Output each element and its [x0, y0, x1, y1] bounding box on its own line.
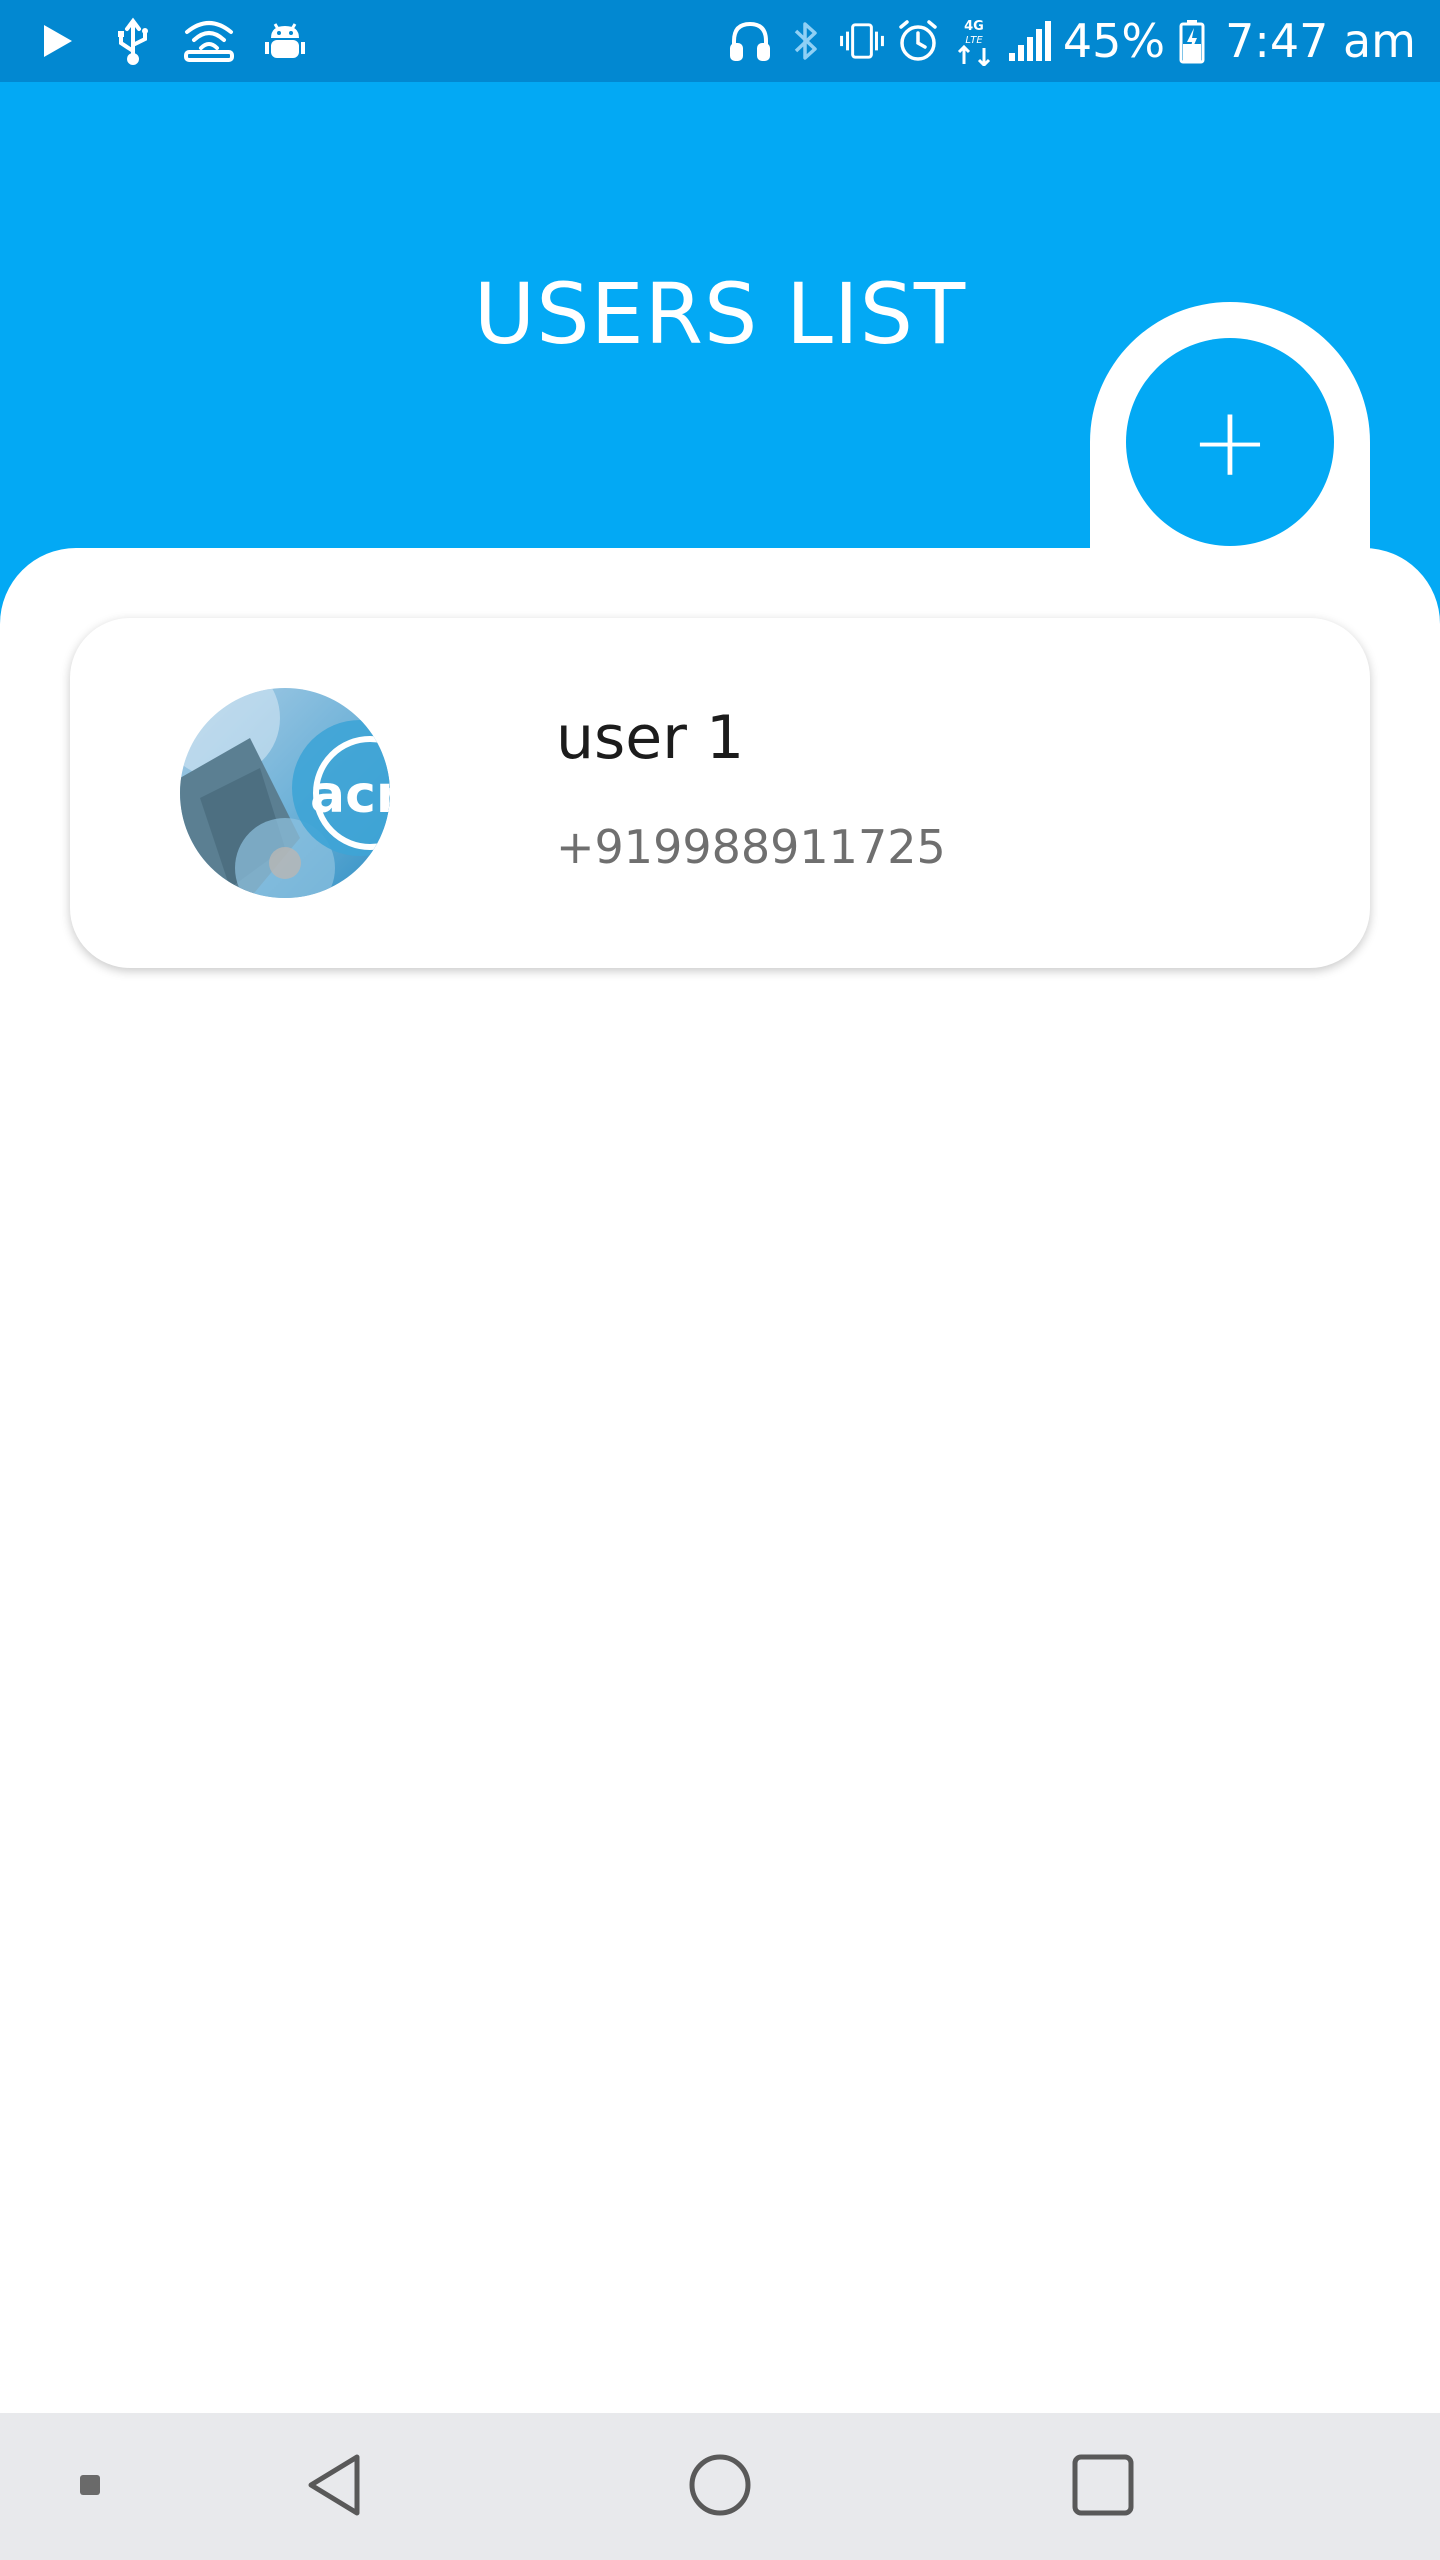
play-icon [30, 14, 84, 68]
add-user-button[interactable]: + [1126, 338, 1334, 546]
headphones-icon [727, 14, 773, 68]
user-phone: +919988911725 [556, 820, 946, 874]
list-item[interactable]: acr user 1 +919988911725 [70, 618, 1370, 968]
home-button[interactable] [670, 2413, 770, 2560]
user-name: user 1 [556, 703, 745, 773]
avatar[interactable]: acr [180, 688, 390, 898]
android-debug-icon [258, 14, 312, 68]
battery-percent: 45% [1062, 14, 1166, 68]
status-bar-right: 4G LTE 45% 7:47 am [727, 0, 1416, 82]
status-bar-left [30, 0, 334, 82]
signal-icon [1007, 14, 1053, 68]
alarm-icon [895, 14, 941, 68]
nav-dot-button[interactable] [60, 2413, 120, 2560]
recents-icon [1071, 2453, 1135, 2521]
back-icon [305, 2453, 365, 2521]
home-icon [687, 2452, 753, 2522]
avatar-text: acr [310, 765, 390, 825]
vibrate-icon [839, 14, 885, 68]
status-bar: 4G LTE 45% 7:47 am [0, 0, 1440, 82]
bluetooth-icon [783, 14, 829, 68]
back-button[interactable] [285, 2413, 385, 2560]
navigation-bar [0, 2413, 1440, 2560]
square-dot-icon [79, 2474, 101, 2500]
add-icon: + [1189, 386, 1271, 498]
usb-icon [106, 14, 160, 68]
recents-button[interactable] [1053, 2413, 1153, 2560]
battery-icon [1177, 14, 1207, 68]
svg-text:LTE: LTE [965, 35, 983, 46]
clock-time: 7:47 am [1225, 14, 1416, 68]
network-type-text: 4G [964, 19, 984, 34]
wifi-hotspot-icon [182, 14, 236, 68]
lte-data-icon: 4G LTE [951, 14, 997, 68]
